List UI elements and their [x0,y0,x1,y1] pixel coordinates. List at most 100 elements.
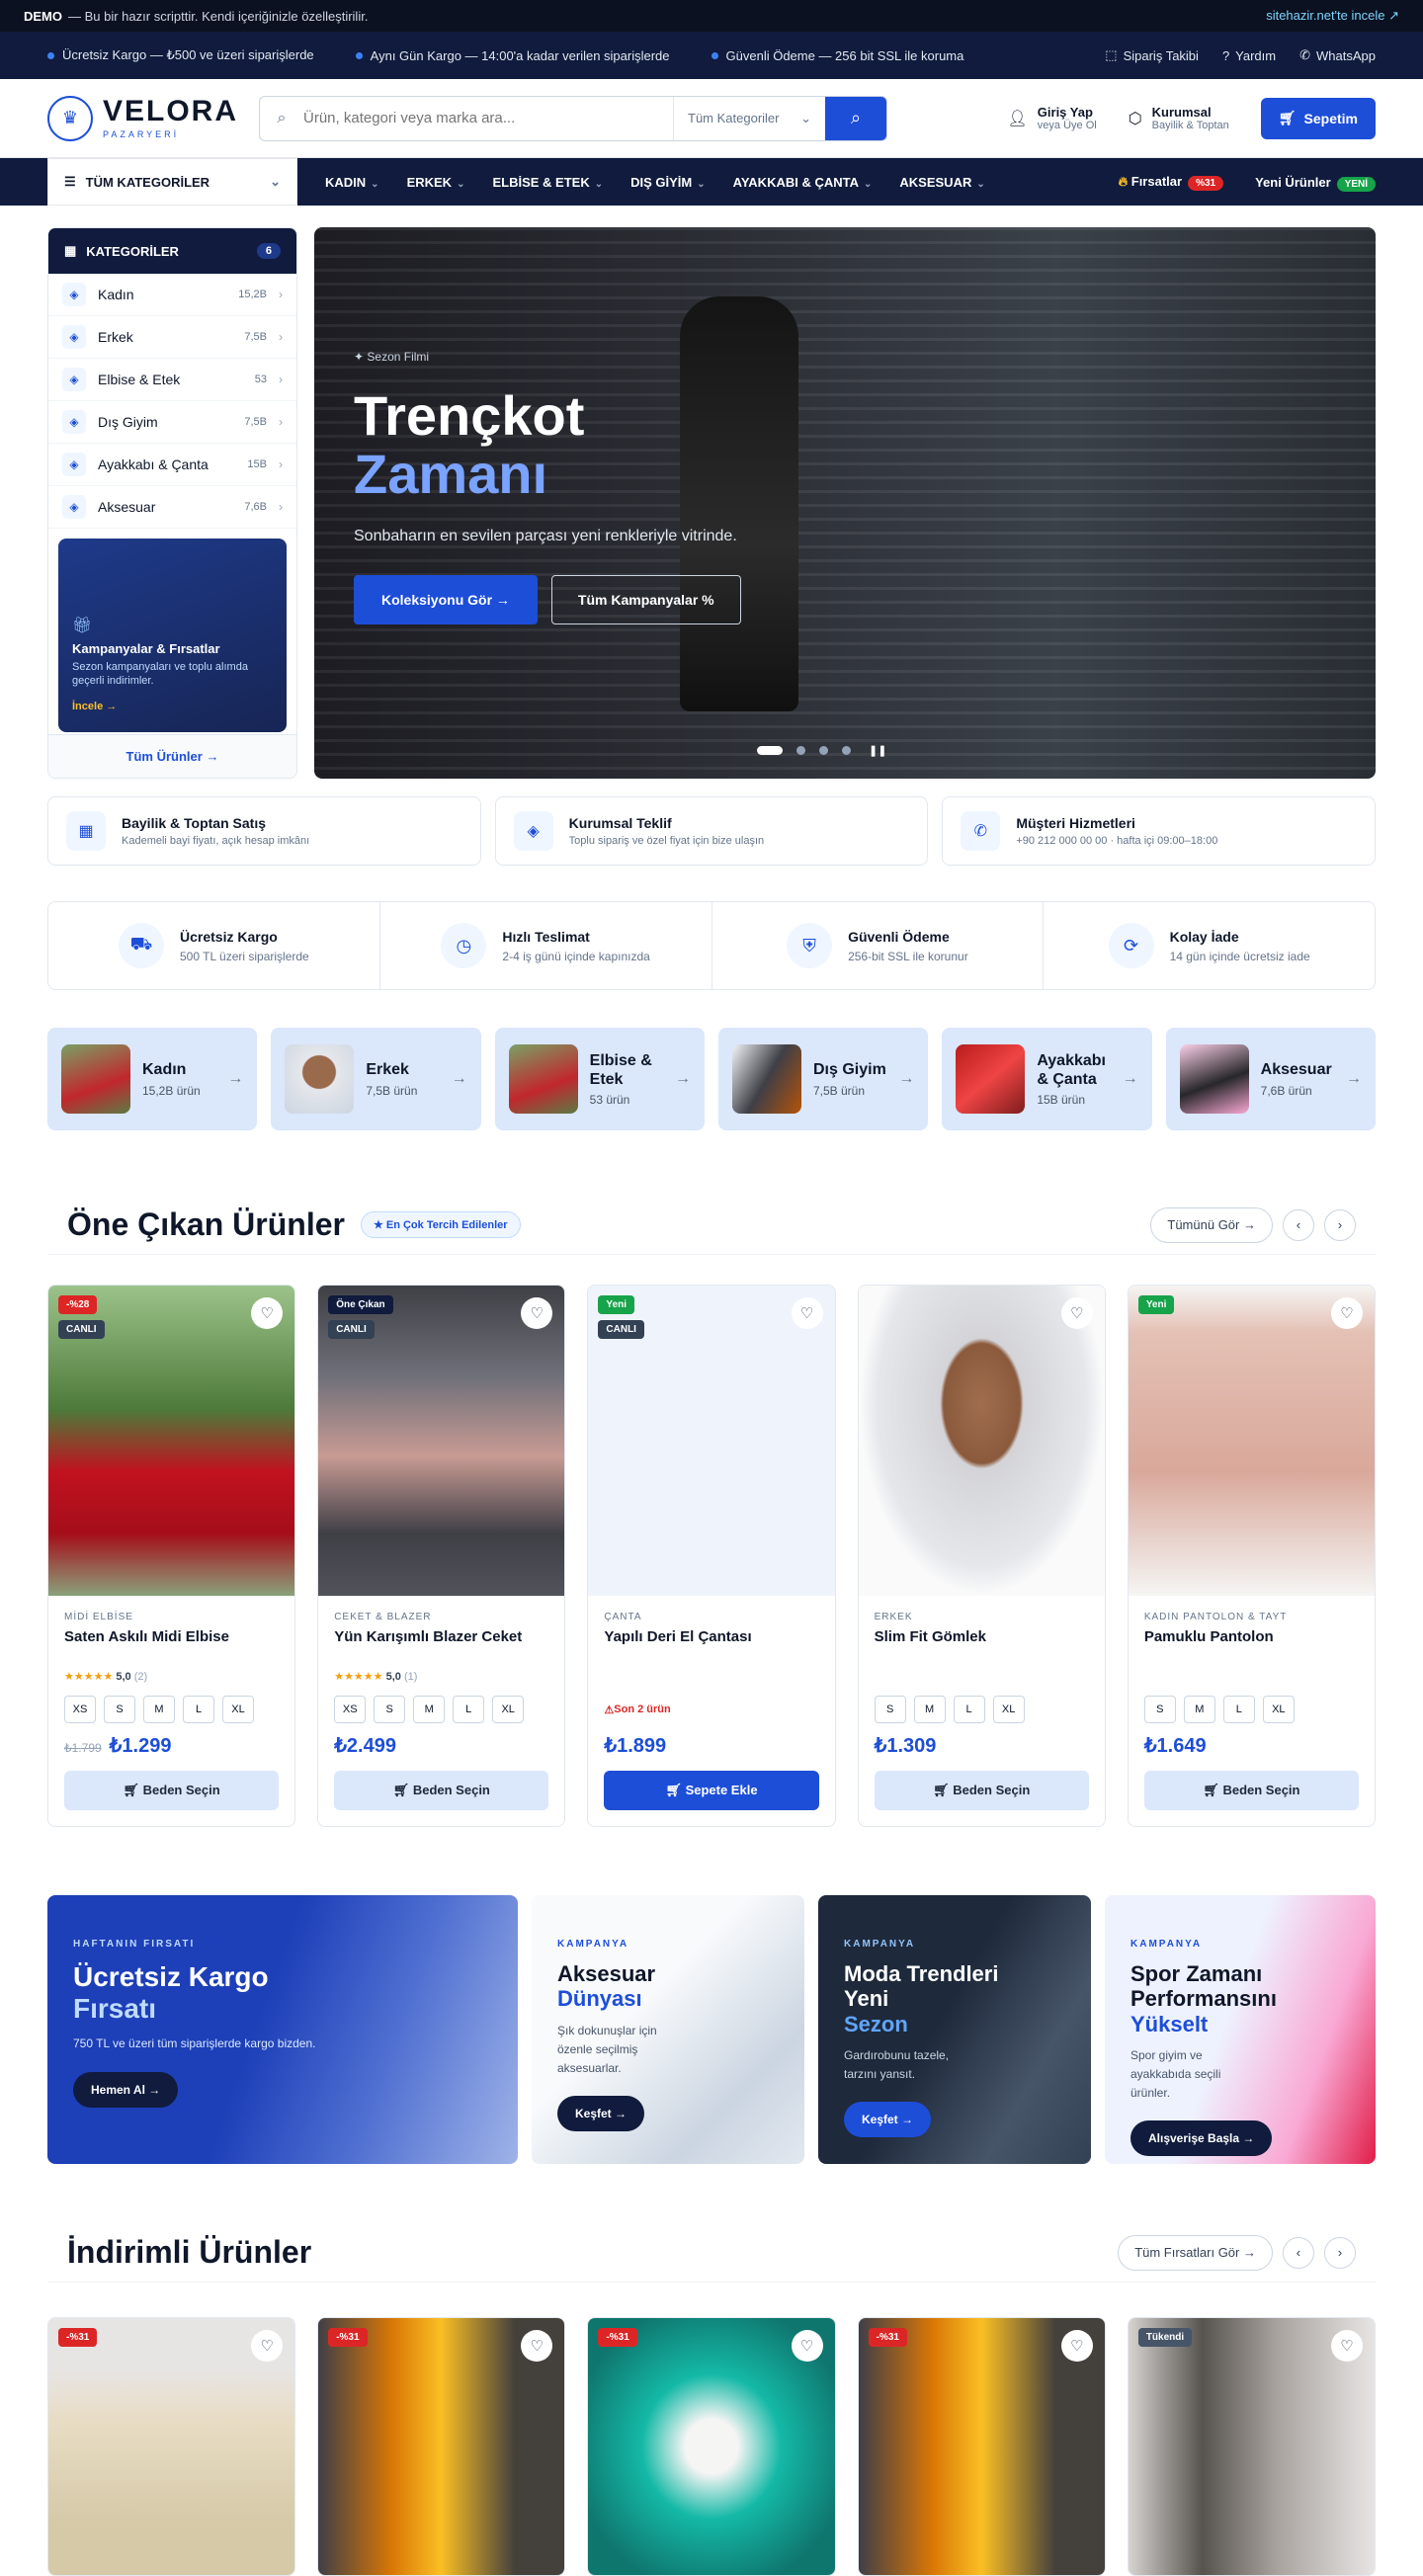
nav-link-kadin[interactable]: KADIN ⌄ [325,175,379,190]
product-card[interactable]: Tükendi ♡ [1127,2317,1377,2576]
slider-dot[interactable] [819,746,828,755]
sidebar-promo-card[interactable]: 🎁︎ Kampanyalar & Fırsatlar Sezon kampany… [58,539,287,732]
size-option[interactable]: S [874,1696,906,1723]
product-card[interactable]: -%31 ♡ [587,2317,836,2576]
cart-button[interactable]: 🛒︎ Sepetim [1260,97,1376,139]
slider-dot[interactable] [842,746,851,755]
heart-icon[interactable]: ♡ [251,1297,284,1329]
size-option[interactable]: XS [334,1696,367,1723]
heart-icon[interactable]: ♡ [521,2330,553,2362]
heart-icon[interactable]: ♡ [1060,1297,1093,1329]
select-size-button[interactable]: 🛒︎ Beden Seçin [334,1771,549,1810]
category-card-kadin[interactable]: Kadın 15,2B ürün → [47,1028,258,1130]
heart-icon[interactable]: ♡ [1331,1297,1364,1329]
order-tracking-link[interactable]: ⬚ Sipariş Takibi [1105,47,1199,63]
heart-icon[interactable]: ♡ [1060,2330,1093,2362]
nav-link-dis-giyim[interactable]: DIŞ GİYİM ⌄ [630,175,706,190]
pause-icon[interactable]: ❚❚ [869,744,886,757]
deals-link[interactable]: 🔥︎ Fırsatlar %31 [1119,174,1224,191]
banner-button[interactable]: Alışverişe Başla → [1130,2120,1273,2157]
category-card-elbise-etek[interactable]: Elbise & Etek 53 ürün → [494,1028,705,1130]
select-size-button[interactable]: 🛒︎ Beden Seçin [874,1771,1089,1810]
chevron-right-icon[interactable]: › [1324,2236,1356,2269]
category-card-dis-giyim[interactable]: Dış Giyim 7,5B ürün → [717,1028,929,1130]
select-size-button[interactable]: 🛒︎ Beden Seçin [64,1771,280,1810]
size-option[interactable]: L [453,1696,485,1723]
service-card-wholesale[interactable]: ▦ Bayilik & Toptan Satış Kademeli bayi fiy… [47,796,481,866]
slider-dot[interactable] [757,746,783,755]
see-all-button[interactable]: Tümünü Gör → [1150,1206,1273,1243]
banner-button[interactable]: Keşfet → [557,2096,645,2132]
size-option[interactable]: XS [64,1696,96,1723]
banner-accessories[interactable]: KAMPANYA Aksesuar Dünyası Şık dokunuşlar … [532,1895,804,2164]
heart-icon[interactable]: ♡ [1331,2330,1364,2362]
category-card-aksesuar[interactable]: Aksesuar 7,6B ürün → [1165,1028,1376,1130]
product-card[interactable]: -%31 ♡ [857,2317,1106,2576]
nav-link-aksesuar[interactable]: AKSESUAR ⌄ [899,175,984,190]
product-card[interactable]: -%31 ♡ [47,2317,296,2576]
nav-link-ayakkabi-canta[interactable]: AYAKKABI & ÇANTA ⌄ [733,175,873,190]
size-option[interactable]: XL [992,1696,1025,1723]
size-option[interactable]: XL [492,1696,525,1723]
banner-button[interactable]: Hemen Al → [73,2071,179,2108]
sidebar-item-aksesuar[interactable]: ◈ Aksesuar 7,6B › [48,486,296,529]
whatsapp-link[interactable]: ✆ WhatsApp [1299,47,1376,63]
add-to-cart-button[interactable]: 🛒︎ Sepete Ekle [604,1771,819,1810]
new-products-link[interactable]: Yeni Ürünler YENİ [1255,175,1376,192]
search-input[interactable] [303,110,673,126]
chevron-left-icon[interactable]: ‹ [1283,2236,1314,2269]
banner-free-shipping[interactable]: HAFTANIN FIRSATI Ücretsiz Kargo Fırsatı 7… [47,1895,518,2164]
size-option[interactable]: S [1143,1696,1176,1723]
select-size-button[interactable]: 🛒︎ Beden Seçin [1143,1771,1360,1810]
see-all-deals-button[interactable]: Tüm Fırsatları Gör → [1118,2234,1273,2271]
hero-primary-button[interactable]: Koleksiyonu Gör → [354,574,538,624]
size-option[interactable]: M [143,1696,175,1723]
size-option[interactable]: M [413,1696,446,1723]
size-option[interactable]: S [374,1696,406,1723]
service-card-corporate[interactable]: ◈ Kurumsal Teklif Toplu sipariş ve özel fi… [494,796,929,866]
heart-icon[interactable]: ♡ [791,1297,823,1329]
promo-link[interactable]: İncele → [72,701,273,712]
heart-icon[interactable]: ♡ [251,2330,284,2362]
product-card[interactable]: Öne Çıkan CANLI ♡ CEKET & BLAZER Yün Karı… [317,1285,566,1827]
size-option[interactable]: M [913,1696,946,1723]
sidebar-item-dis-giyim[interactable]: ◈ Dış Giyim 7,5B › [48,401,296,444]
product-card[interactable]: Yeni ♡ KADIN PANTOLON & TAYT Pamuklu Pan… [1127,1285,1377,1827]
heart-icon[interactable]: ♡ [791,2330,823,2362]
size-option[interactable]: XL [1262,1696,1295,1723]
category-card-erkek[interactable]: Erkek 7,5B ürün → [271,1028,481,1130]
demo-link[interactable]: sitehazir.net'te incele ↗ [1266,8,1399,24]
product-card[interactable]: ♡ ERKEK Slim Fit Gömlek S M L XL ₺1.309 🛒︎ … [857,1285,1106,1827]
chevron-left-icon[interactable]: ‹ [1283,1208,1314,1241]
size-option[interactable]: XL [222,1696,254,1723]
help-link[interactable]: ? Yardım [1222,47,1276,63]
banner-button[interactable]: Keşfet → [844,2102,932,2138]
sidebar-item-erkek[interactable]: ◈ Erkek 7,5B › [48,316,296,359]
size-option[interactable]: L [953,1696,985,1723]
service-card-support[interactable]: ✆ Müşteri Hizmetleri +90 212 000 00 00 · h… [942,796,1377,866]
banner-trends[interactable]: KAMPANYA Moda Trendleri Yeni Sezon Gardır… [818,1895,1091,2164]
category-card-ayakkabi-canta[interactable]: Ayakkabı & Çanta 15B ürün → [942,1028,1152,1130]
chevron-right-icon[interactable]: › [1324,1208,1356,1241]
search-button[interactable]: ⌕ [825,96,886,140]
all-categories-button[interactable]: ☰ TÜM KATEGORİLER ⌄ [47,158,297,206]
heart-icon[interactable]: ♡ [521,1297,553,1329]
nav-link-erkek[interactable]: ERKEK ⌄ [407,175,465,190]
all-products-link[interactable]: Tüm Ürünler → [48,734,296,778]
size-option[interactable]: M [1183,1696,1215,1723]
size-option[interactable]: L [183,1696,214,1723]
banner-sport[interactable]: KAMPANYA Spor Zamanı Performansını Yüksel… [1105,1895,1376,2164]
product-card[interactable]: -%28 CANLI ♡ MİDİ ELBİSE Saten Askılı Mid… [47,1285,296,1827]
size-option[interactable]: S [104,1696,135,1723]
hero-secondary-button[interactable]: Tüm Kampanyalar % [550,574,741,624]
corporate-link[interactable]: ⬡ Kurumsal Bayilik & Toptan [1129,105,1229,131]
slider-dot[interactable] [796,746,805,755]
sidebar-item-elbise-etek[interactable]: ◈ Elbise & Etek 53 › [48,359,296,401]
nav-link-elbise-etek[interactable]: ELBİSE & ETEK ⌄ [492,175,603,190]
search-category-select[interactable]: Tüm Kategoriler ⌄ [673,96,825,140]
sidebar-item-ayakkabi-canta[interactable]: ◈ Ayakkabı & Çanta 15B › [48,444,296,486]
size-option[interactable]: L [1222,1696,1255,1723]
product-card[interactable]: Yeni CANLI ♡ ÇANTA Yapılı Deri El Çantası… [587,1285,836,1827]
sidebar-item-kadin[interactable]: ◈ Kadın 15,2B › [48,274,296,316]
product-card[interactable]: -%31 ♡ [317,2317,566,2576]
